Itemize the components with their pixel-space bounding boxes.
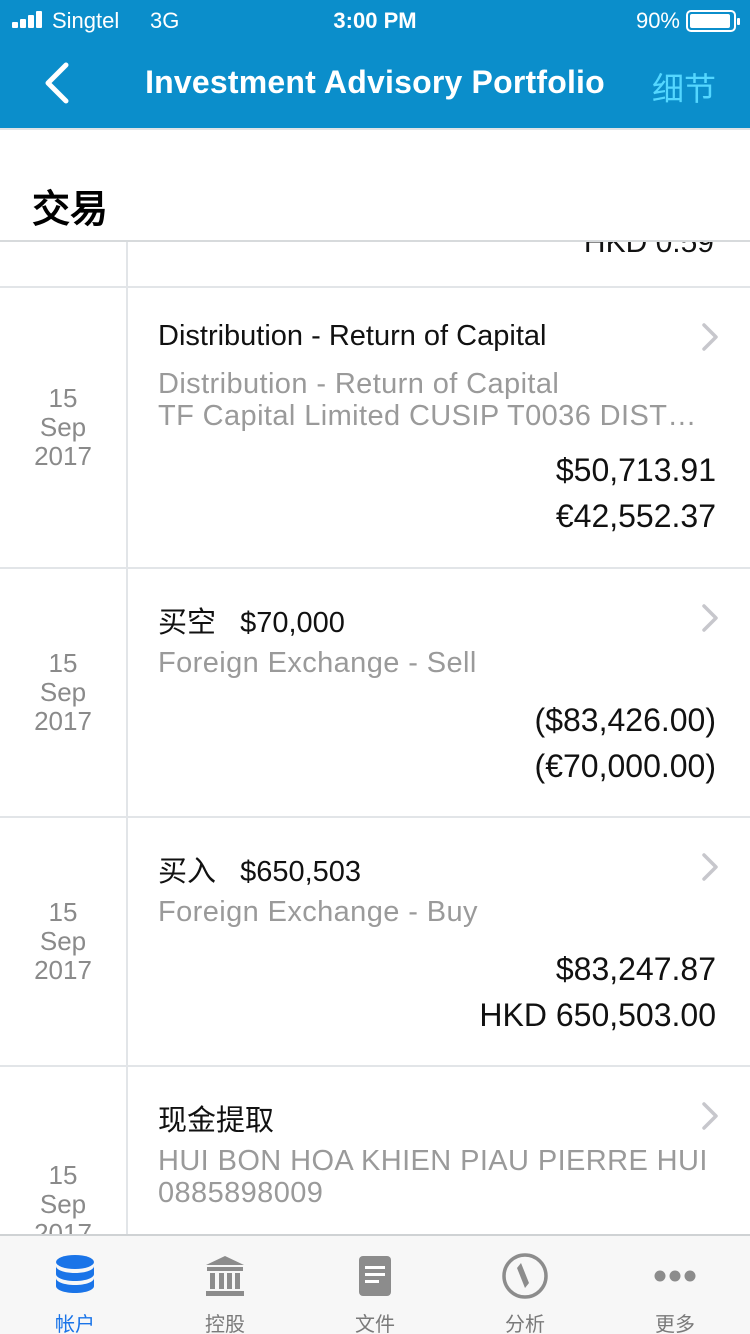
bank-icon	[206, 1256, 244, 1296]
section-header: 交易	[0, 128, 750, 242]
transaction-date: 15 Sep 2017	[0, 898, 126, 985]
list-item[interactable]: 15 Sep 2017 买入 $650,503 Foreign Exchange…	[0, 818, 750, 1067]
more-dots-icon	[654, 1270, 696, 1282]
transaction-title: 买空 $70,000	[158, 599, 345, 641]
document-icon	[359, 1256, 391, 1296]
date-day: 15	[48, 648, 78, 678]
transaction-date: 15 Sep 2017	[0, 384, 126, 471]
transaction-date: 15 Sep 2017	[0, 1160, 126, 1235]
chevron-right-icon	[702, 853, 718, 881]
tab-bar: 帐户 控股 文件 分析 更多	[0, 1234, 750, 1334]
transaction-subtitle-1: Foreign Exchange - Sell	[158, 647, 477, 679]
list-item[interactable]: 15 Sep 2017 Distribution - Return of Cap…	[0, 288, 750, 569]
date-year: 2017	[34, 706, 92, 736]
transaction-subtitle-1: Foreign Exchange - Buy	[158, 896, 478, 928]
top-bar: Singtel 3G 3:00 PM 90% Investment Adviso…	[0, 0, 750, 128]
list-item-partial[interactable]: HKD 0.59	[0, 242, 750, 288]
transaction-title: 买入 $650,503	[158, 848, 361, 890]
transaction-title-amount: $650,503	[240, 856, 362, 888]
transaction-title: 现金提取	[158, 1105, 275, 1137]
transaction-list[interactable]: HKD 0.59 15 Sep 2017 Distribution - Retu…	[0, 242, 750, 1234]
date-year: 2017	[34, 1218, 92, 1235]
tab-accounts[interactable]: 帐户	[0, 1236, 150, 1334]
tab-label: 更多	[655, 1314, 695, 1334]
status-bar: Singtel 3G 3:00 PM 90%	[0, 0, 750, 40]
date-day: 15	[48, 1160, 78, 1190]
tab-label: 文件	[355, 1314, 395, 1334]
tab-label: 控股	[205, 1314, 245, 1334]
transaction-title-amount: $70,000	[240, 607, 345, 639]
section-title: 交易	[32, 189, 109, 231]
amount-primary: $50,713.91	[555, 452, 716, 488]
date-day: 15	[48, 383, 78, 413]
transaction-subtitle-1: HUI BON HOA KHIEN PIAU PIERRE HUI	[158, 1145, 708, 1177]
battery-icon	[686, 10, 740, 32]
tab-label: 帐户	[55, 1314, 95, 1334]
transaction-subtitle-2: TF Capital Limited CUSIP T0036 DIST…	[158, 400, 697, 432]
transaction-subtitle-2: 0885898009	[158, 1177, 324, 1209]
list-item[interactable]: 15 Sep 2017 买空 $70,000 Foreign Exchange …	[0, 569, 750, 818]
date-day: 15	[48, 897, 78, 927]
date-month: Sep	[39, 677, 87, 707]
transaction-title: Distribution - Return of Capital	[158, 320, 547, 352]
amount-primary: $83,247.87	[555, 951, 716, 987]
tab-holdings[interactable]: 控股	[150, 1236, 300, 1334]
database-icon	[56, 1255, 94, 1293]
date-month: Sep	[39, 926, 87, 956]
amount-primary: ($83,426.00)	[534, 702, 716, 738]
chevron-right-icon	[702, 604, 718, 632]
date-year: 2017	[34, 441, 92, 471]
transaction-type: 买空	[158, 607, 217, 639]
date-year: 2017	[34, 955, 92, 985]
tab-label: 分析	[505, 1314, 545, 1334]
date-month: Sep	[39, 1189, 87, 1219]
transaction-date: 15 Sep 2017	[0, 649, 126, 736]
page-title: Investment Advisory Portfolio	[145, 64, 605, 100]
chevron-right-icon	[702, 1102, 718, 1130]
amount-partial: HKD 0.59	[583, 242, 714, 259]
transaction-type: 买入	[158, 856, 217, 888]
tab-analysis[interactable]: 分析	[450, 1236, 600, 1334]
date-month: Sep	[39, 412, 87, 442]
tab-more[interactable]: 更多	[600, 1236, 750, 1334]
battery-percent: 90%	[635, 8, 680, 33]
tab-documents[interactable]: 文件	[300, 1236, 450, 1334]
amount-secondary: HKD 650,503.00	[479, 997, 716, 1033]
amount-secondary: (€70,000.00)	[534, 748, 716, 784]
transaction-subtitle-1: Distribution - Return of Capital	[158, 368, 560, 400]
list-item[interactable]: 15 Sep 2017 现金提取 HUI BON HOA KHIEN PIAU …	[0, 1067, 750, 1234]
compass-icon	[502, 1253, 548, 1299]
chevron-right-icon	[702, 323, 718, 351]
details-button[interactable]: 细节	[652, 64, 716, 110]
amount-secondary: €42,552.37	[555, 498, 716, 534]
